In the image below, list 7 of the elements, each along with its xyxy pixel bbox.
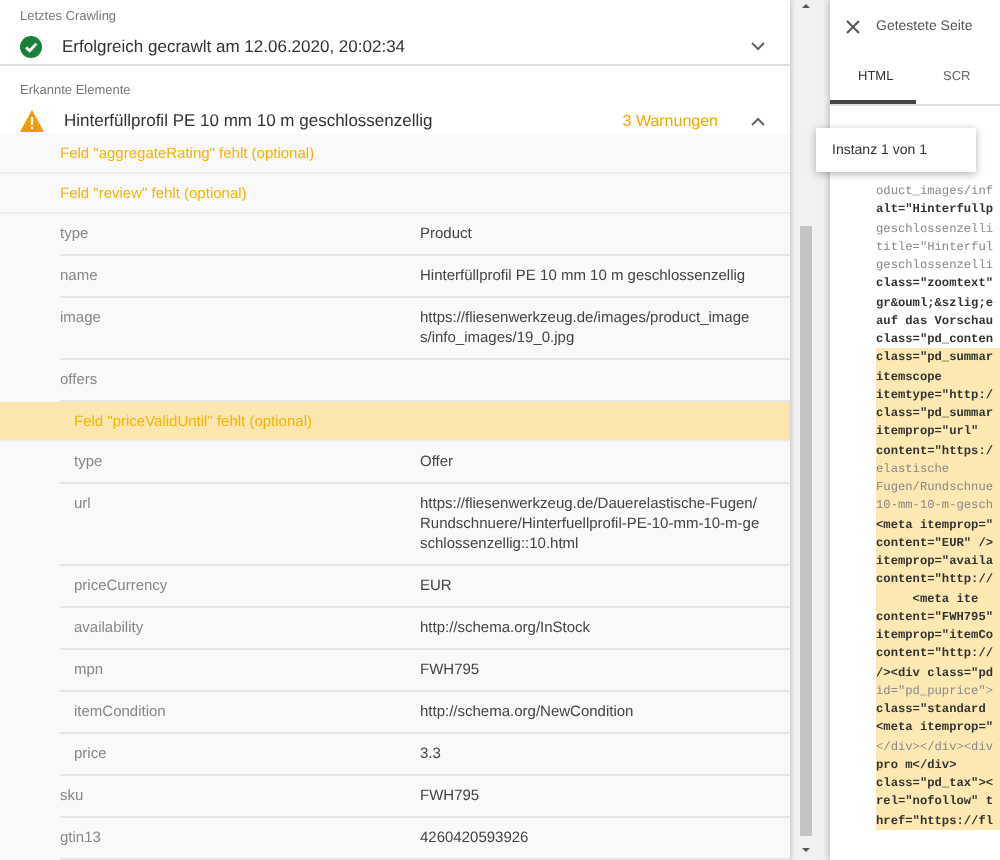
success-icon	[20, 35, 42, 57]
chevron-icon[interactable]	[750, 115, 766, 125]
crawl-status: Erfolgreich gecrawlt am 12.06.2020, 20:02:34	[62, 36, 408, 56]
chevron-icon[interactable]	[750, 41, 766, 51]
warning-count: 3 Warnungen	[622, 111, 718, 129]
item-title: Hinterfüllprofil PE 10 mm 10 m geschlossenzellig	[64, 110, 435, 130]
close-icon[interactable]	[846, 19, 860, 33]
